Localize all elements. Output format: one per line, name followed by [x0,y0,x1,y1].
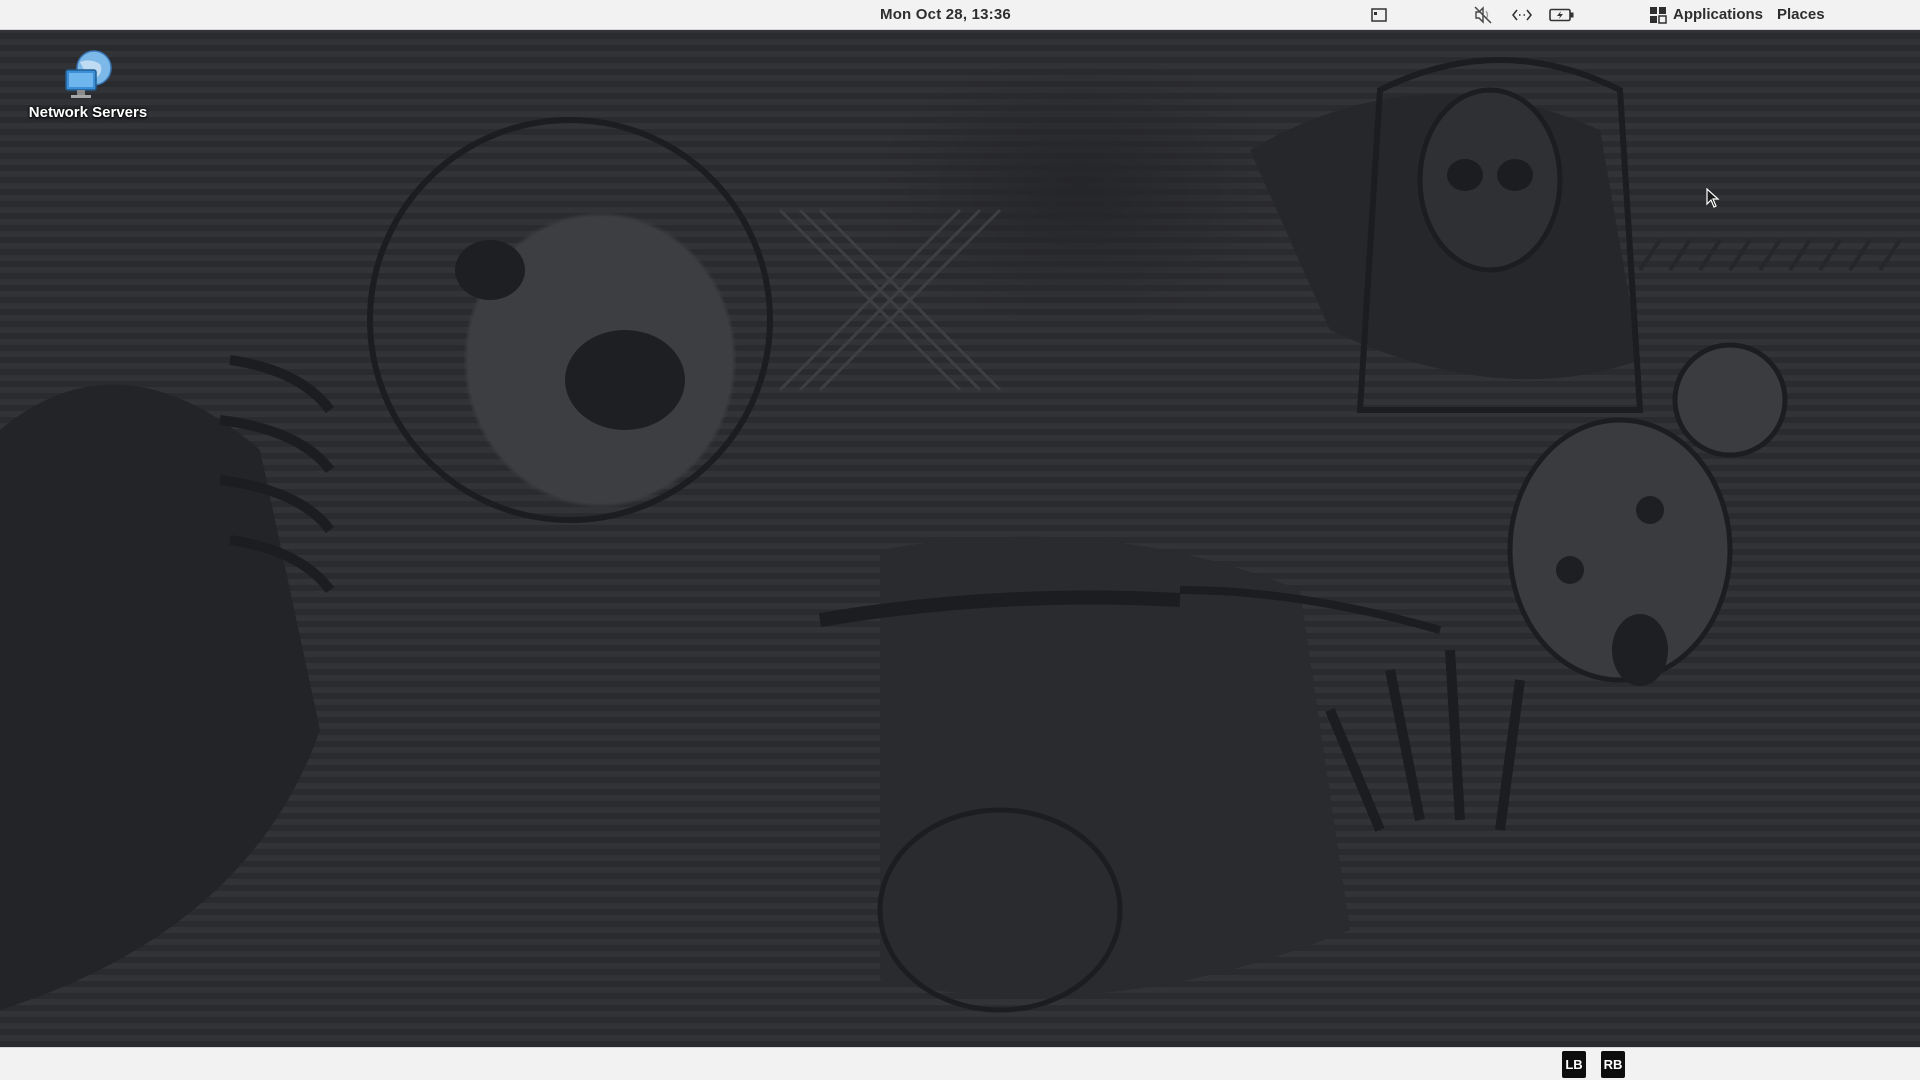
top-panel: Mon Oct 28, 13:36 Applications Places [0,0,1920,30]
desktop-icon-network-servers[interactable]: Network Servers [18,48,158,121]
right-button-indicator: RB [1601,1051,1625,1078]
volume-muted-icon[interactable] [1472,5,1494,25]
places-menu-button[interactable]: Places [1777,0,1825,30]
network-icon[interactable] [1511,5,1533,25]
left-button-indicator: LB [1562,1051,1586,1078]
bottom-panel: LB RB [0,1047,1920,1080]
mouse-cursor-icon [1706,188,1720,208]
applications-menu-button[interactable]: Applications [1649,0,1763,30]
applications-grid-icon [1650,7,1667,24]
applications-label: Applications [1673,6,1764,23]
desktop-icon-label: Network Servers [28,104,148,121]
desktop[interactable]: Network Servers [0,30,1920,1047]
window-list-icon[interactable] [1368,5,1390,25]
network-servers-icon [60,48,116,102]
places-label: Places [1777,6,1825,23]
battery-charging-icon[interactable] [1549,5,1575,25]
clock[interactable]: Mon Oct 28, 13:36 [880,0,1011,30]
wallpaper [0,57,1902,1013]
